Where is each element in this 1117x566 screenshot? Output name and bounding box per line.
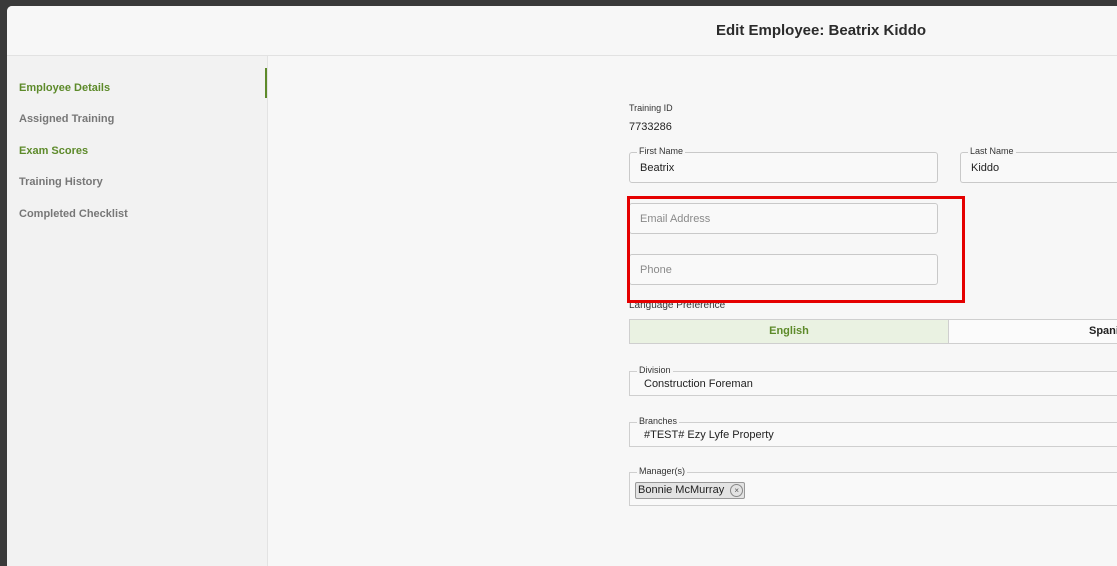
manager-chip: Bonnie McMurray × (635, 482, 746, 499)
first-name-label: First Name (637, 146, 686, 156)
last-name-field[interactable]: Last Name Kiddo (960, 146, 1117, 183)
last-name-value: Kiddo (971, 162, 1000, 174)
sidebar-item-exam-scores[interactable]: Exam Scores (19, 145, 88, 157)
active-indicator (265, 68, 267, 98)
managers-select[interactable]: Manager(s) Bonnie McMurray × (629, 466, 1117, 506)
sidebar-item-training-history[interactable]: Training History (19, 176, 103, 188)
training-id-value: 7733286 (629, 121, 672, 133)
branches-label: Branches (637, 416, 680, 426)
branches-select[interactable]: Branches #TEST# Ezy Lyfe Property (629, 416, 1117, 447)
division-select[interactable]: Division Construction Foreman (629, 365, 1117, 396)
first-name-field[interactable]: First Name Beatrix (629, 146, 938, 183)
training-id-label: Training ID (629, 103, 673, 113)
manager-chip-label: Bonnie McMurray (638, 484, 725, 496)
sidebar-item-assigned-training[interactable]: Assigned Training (19, 113, 114, 125)
page-title: Edit Employee: Beatrix Kiddo (716, 22, 927, 39)
first-name-value: Beatrix (640, 162, 675, 174)
language-option-spanish[interactable]: Spani (948, 319, 1117, 344)
division-value: Construction Foreman (644, 378, 753, 390)
sidebar: Employee Details Assigned Training Exam … (7, 56, 268, 566)
highlight-box (627, 196, 965, 303)
page-header: Edit Employee: Beatrix Kiddo (7, 6, 1117, 56)
branches-value: #TEST# Ezy Lyfe Property (644, 429, 774, 441)
sidebar-item-completed-checklist[interactable]: Completed Checklist (19, 208, 128, 220)
app-window: Edit Employee: Beatrix Kiddo Employee De… (7, 6, 1117, 566)
last-name-label: Last Name (968, 146, 1016, 156)
employee-form: Training ID 7733286 First Name Beatrix L… (268, 56, 1117, 566)
remove-chip-icon[interactable]: × (730, 484, 744, 497)
sidebar-item-employee-details[interactable]: Employee Details (19, 82, 110, 94)
managers-label: Manager(s) (637, 466, 688, 476)
language-option-english[interactable]: English (629, 319, 949, 344)
division-label: Division (637, 365, 673, 375)
